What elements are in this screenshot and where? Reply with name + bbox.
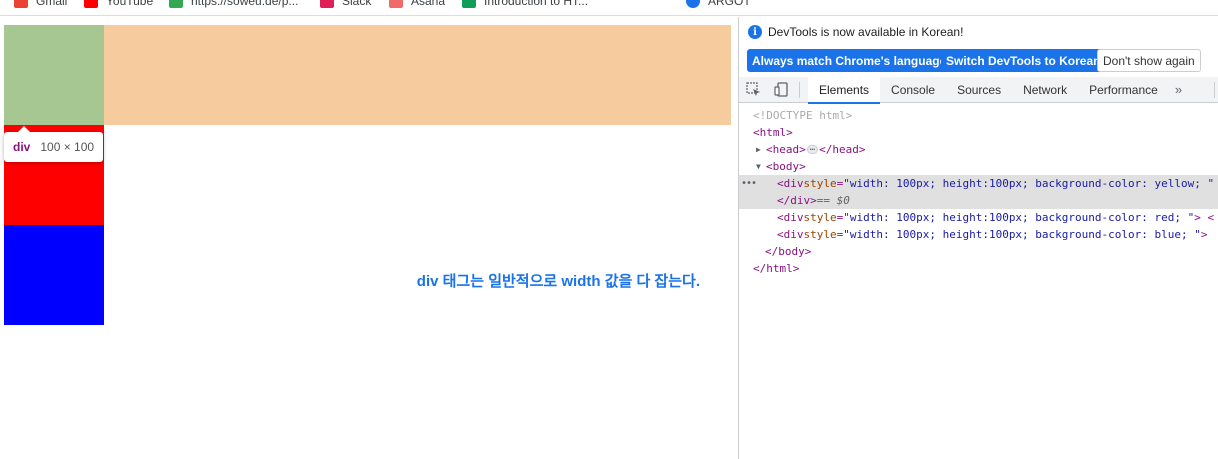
always-match-language-button[interactable]: Always match Chrome's language: [747, 49, 952, 72]
info-icon: i: [748, 25, 762, 39]
tree-line-doctype[interactable]: <!DOCTYPE html>: [739, 107, 1218, 124]
site-icon: [169, 0, 183, 8]
switch-to-korean-button[interactable]: Switch DevTools to Korean: [941, 49, 1106, 72]
vuejs-icon: [462, 0, 476, 8]
bookmark-label: Asana: [411, 0, 446, 8]
bookmark-site[interactable]: https://soweu.de/p...: [169, 0, 298, 11]
bookmark-label: Introduction to HT...: [484, 0, 589, 8]
inspect-element-icon[interactable]: [739, 77, 767, 103]
bookmark-argot[interactable]: ARGOT: [686, 0, 751, 11]
slack-icon: [320, 0, 334, 8]
asana-icon: [389, 0, 403, 8]
devtools-tabbar: Elements Console Sources Network Perform…: [739, 76, 1218, 104]
device-toolbar-icon[interactable]: [767, 77, 795, 103]
tab-network[interactable]: Network: [1012, 77, 1078, 103]
tree-line-html[interactable]: <html>: [739, 124, 1218, 141]
bookmark-asana[interactable]: Asana: [389, 0, 445, 11]
bookmark-label: Slack: [342, 0, 372, 8]
more-options-icon[interactable]: •••: [741, 178, 757, 189]
tree-line-div-blue[interactable]: <div style = "width: 100px; height:100px; …: [739, 226, 1218, 243]
gmail-icon: [14, 0, 28, 8]
tree-line-div-close[interactable]: </div> == $0: [739, 192, 1218, 209]
tab-sources[interactable]: Sources: [946, 77, 1012, 103]
tree-line-div-red[interactable]: <div style = "width: 100px; height:100px; …: [739, 209, 1218, 226]
bookmark-gmail[interactable]: Gmail: [14, 0, 67, 11]
tree-line-div-yellow[interactable]: ••• <div style = "width: 100px; height:100…: [739, 175, 1218, 192]
devtools-panel: i DevTools is now available in Korean! A…: [738, 17, 1218, 459]
bookmark-slack[interactable]: Slack: [320, 0, 371, 11]
bookmark-label: Gmail: [36, 0, 68, 8]
toolbar-separator: [799, 81, 800, 98]
blue-div[interactable]: [4, 225, 104, 325]
more-tabs-icon[interactable]: »: [1169, 77, 1188, 103]
tab-performance[interactable]: Performance: [1078, 77, 1169, 103]
bookmark-label: ARGOT: [708, 0, 751, 8]
language-infobar: i DevTools is now available in Korean! A…: [739, 17, 1218, 75]
tree-line-body-close[interactable]: </body>: [739, 243, 1218, 260]
tab-console[interactable]: Console: [880, 77, 946, 103]
info-text: DevTools is now available in Korean!: [768, 25, 964, 39]
tooltip-size: 100 × 100: [40, 140, 95, 154]
collapsed-ellipsis[interactable]: …: [806, 144, 819, 154]
argot-icon: [686, 0, 700, 8]
elements-tree: <!DOCTYPE html> <html> ▶ <head> … </head…: [739, 107, 1218, 459]
yellow-div-highlighted[interactable]: [4, 25, 104, 125]
bookmark-introduction[interactable]: Introduction to HT...: [462, 0, 588, 11]
tree-line-body[interactable]: ▼ <body>: [739, 158, 1218, 175]
tooltip-tag: div: [13, 140, 31, 154]
bookmark-youtube[interactable]: YouTube: [84, 0, 153, 11]
toolbar-separator: [1214, 82, 1215, 98]
tree-line-head[interactable]: ▶ <head> … </head>: [739, 141, 1218, 158]
annotation-text: div 태그는 일반적으로 width 값을 다 잡는다.: [416, 273, 700, 290]
bookmark-label: https://soweu.de/p...: [191, 0, 299, 8]
expand-arrow-icon[interactable]: ▶: [756, 145, 766, 154]
inspect-highlight-margin: [104, 25, 731, 125]
dont-show-again-button[interactable]: Don't show again: [1097, 49, 1201, 72]
collapse-arrow-icon[interactable]: ▼: [756, 162, 766, 171]
bookmarks-bar: Gmail YouTube https://soweu.de/p... Slac…: [0, 0, 1218, 16]
youtube-icon: [84, 0, 98, 8]
page-viewport: div 100 × 100 div 태그는 일반적으로 width 값을 다 잡…: [0, 17, 738, 459]
inspect-tooltip: div 100 × 100: [4, 126, 104, 162]
tree-line-html-close[interactable]: </html>: [739, 260, 1218, 277]
tab-elements[interactable]: Elements: [808, 76, 881, 104]
bookmark-label: YouTube: [106, 0, 154, 8]
